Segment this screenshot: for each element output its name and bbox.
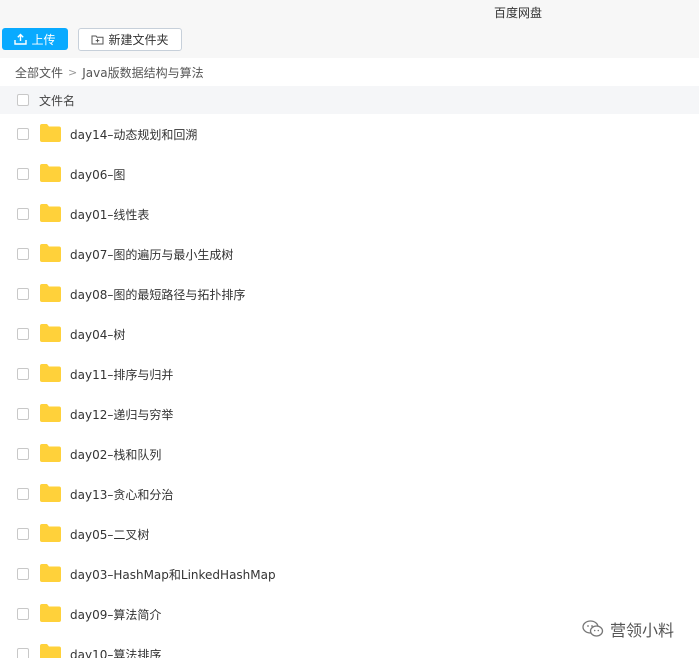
file-name[interactable]: day09–算法简介 bbox=[70, 606, 161, 623]
row-checkbox[interactable] bbox=[17, 608, 29, 620]
list-item[interactable]: day03–HashMap和LinkedHashMap bbox=[0, 554, 699, 594]
upload-button[interactable]: 上传 bbox=[2, 28, 68, 50]
list-item[interactable]: day01–线性表 bbox=[0, 194, 699, 234]
row-checkbox[interactable] bbox=[17, 648, 29, 658]
list-item[interactable]: day14–动态规划和回溯 bbox=[0, 114, 699, 154]
row-checkbox[interactable] bbox=[17, 488, 29, 500]
row-checkbox[interactable] bbox=[17, 288, 29, 300]
watermark: 营领小料 bbox=[582, 617, 674, 641]
column-header-name[interactable]: 文件名 bbox=[39, 92, 75, 109]
list-item[interactable]: day12–递归与穷举 bbox=[0, 394, 699, 434]
list-item[interactable]: day08–图的最短路径与拓扑排序 bbox=[0, 274, 699, 314]
row-checkbox[interactable] bbox=[17, 248, 29, 260]
folder-icon bbox=[40, 124, 61, 142]
file-name[interactable]: day05–二叉树 bbox=[70, 526, 149, 543]
breadcrumb-current: Java版数据结构与算法 bbox=[82, 66, 204, 80]
row-checkbox[interactable] bbox=[17, 448, 29, 460]
row-checkbox[interactable] bbox=[17, 208, 29, 220]
new-folder-button[interactable]: 新建文件夹 bbox=[78, 28, 182, 51]
file-name[interactable]: day04–树 bbox=[70, 326, 125, 343]
row-checkbox[interactable] bbox=[17, 408, 29, 420]
folder-icon bbox=[40, 404, 61, 422]
folder-icon bbox=[40, 564, 61, 582]
row-checkbox[interactable] bbox=[17, 328, 29, 340]
file-name[interactable]: day10–算法排序 bbox=[70, 646, 161, 658]
upload-label: 上传 bbox=[31, 32, 56, 47]
folder-icon bbox=[40, 604, 61, 622]
wechat-icon bbox=[582, 620, 604, 637]
watermark-text: 营领小料 bbox=[610, 621, 675, 640]
folder-icon bbox=[40, 444, 61, 462]
breadcrumb-root[interactable]: 全部文件 bbox=[15, 64, 63, 81]
file-name[interactable]: day12–递归与穷举 bbox=[70, 406, 173, 423]
app-title: 百度网盘 bbox=[494, 6, 543, 20]
folder-icon bbox=[40, 244, 61, 262]
folder-icon bbox=[40, 164, 61, 182]
list-item[interactable]: day06–图 bbox=[0, 154, 699, 194]
select-all-checkbox[interactable] bbox=[17, 94, 29, 106]
file-name[interactable]: day01–线性表 bbox=[70, 206, 149, 223]
new-folder-label: 新建文件夹 bbox=[108, 33, 169, 47]
list-item[interactable]: day02–栈和队列 bbox=[0, 434, 699, 474]
folder-icon bbox=[40, 324, 61, 342]
row-checkbox[interactable] bbox=[17, 528, 29, 540]
file-name[interactable]: day11–排序与归并 bbox=[70, 366, 173, 383]
title-bar: 百度网盘 bbox=[0, 0, 699, 24]
folder-icon bbox=[40, 644, 61, 658]
breadcrumb-separator: > bbox=[68, 66, 78, 79]
row-checkbox[interactable] bbox=[17, 368, 29, 380]
list-item[interactable]: day07–图的遍历与最小生成树 bbox=[0, 234, 699, 274]
new-folder-icon bbox=[91, 35, 104, 45]
folder-icon bbox=[40, 484, 61, 502]
file-name[interactable]: day02–栈和队列 bbox=[70, 446, 161, 463]
list-item[interactable]: day04–树 bbox=[0, 314, 699, 354]
folder-icon bbox=[40, 524, 61, 542]
upload-icon bbox=[14, 33, 28, 45]
row-checkbox[interactable] bbox=[17, 568, 29, 580]
list-item[interactable]: day05–二叉树 bbox=[0, 514, 699, 554]
list-item[interactable]: day13–贪心和分治 bbox=[0, 474, 699, 514]
folder-icon bbox=[40, 364, 61, 382]
file-name[interactable]: day06–图 bbox=[70, 166, 125, 183]
list-item[interactable]: day11–排序与归并 bbox=[0, 354, 699, 394]
row-checkbox[interactable] bbox=[17, 168, 29, 180]
folder-icon bbox=[40, 284, 61, 302]
row-checkbox[interactable] bbox=[17, 128, 29, 140]
breadcrumb: 全部文件 > Java版数据结构与算法 bbox=[15, 64, 204, 81]
file-name[interactable]: day14–动态规划和回溯 bbox=[70, 126, 197, 143]
file-list-header: 文件名 bbox=[0, 86, 699, 114]
file-name[interactable]: day07–图的遍历与最小生成树 bbox=[70, 246, 233, 263]
file-name[interactable]: day08–图的最短路径与拓扑排序 bbox=[70, 286, 245, 303]
folder-icon bbox=[40, 204, 61, 222]
file-name[interactable]: day03–HashMap和LinkedHashMap bbox=[70, 566, 276, 583]
file-name[interactable]: day13–贪心和分治 bbox=[70, 486, 173, 503]
